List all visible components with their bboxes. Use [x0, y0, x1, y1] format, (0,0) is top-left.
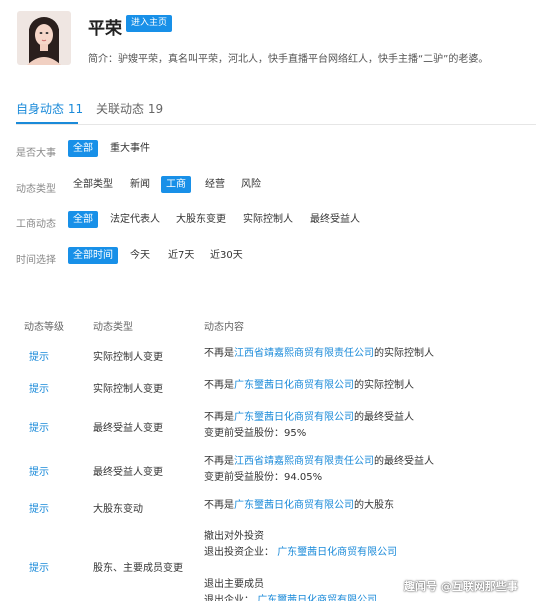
content-text: 退出主要成员 — [204, 579, 264, 590]
filter-business-major-shareholder[interactable]: 大股东变更 — [176, 211, 226, 228]
level-badge: 提示 — [29, 467, 49, 478]
filter-label-type: 动态类型 — [16, 184, 56, 195]
filter-time-7days[interactable]: 近7天 — [168, 247, 194, 264]
filter-type-operation[interactable]: 经营 — [205, 176, 225, 193]
change-type: 最终受益人变更 — [93, 423, 163, 434]
filter-type-risk[interactable]: 风险 — [241, 176, 261, 193]
content-text: 不再是 — [204, 500, 234, 511]
filter-time-today[interactable]: 今天 — [130, 247, 150, 264]
company-link[interactable]: 广东璽茜日化商贸有限公司 — [234, 500, 354, 511]
filter-type-business[interactable]: 工商 — [161, 176, 191, 193]
change-type: 实际控制人变更 — [93, 352, 163, 363]
profile-name: 平荣 — [88, 19, 122, 39]
filter-business-all[interactable]: 全部 — [68, 211, 98, 228]
change-type: 实际控制人变更 — [93, 384, 163, 395]
column-header-type: 动态类型 — [93, 322, 133, 333]
content-text: 的最终受益人 — [354, 412, 414, 423]
filter-major-important[interactable]: 重大事件 — [110, 140, 150, 157]
watermark: 趣闻号 @互联网那些事 — [404, 580, 518, 593]
content-text: 不再是 — [204, 380, 234, 391]
content-text: 不再是 — [204, 412, 234, 423]
change-type: 大股东变动 — [93, 504, 143, 515]
level-badge: 提示 — [29, 384, 49, 395]
level-badge: 提示 — [29, 504, 49, 515]
column-header-level: 动态等级 — [24, 322, 64, 333]
content-line: 退出企业： 广东璽茜日化商贸有限公司 — [204, 593, 397, 601]
filter-type-all[interactable]: 全部类型 — [73, 176, 113, 193]
change-content: 不再是广东璽茜日化商贸有限公司的最终受益人变更前受益股份：95% — [204, 410, 414, 442]
filter-business-controller[interactable]: 实际控制人 — [243, 211, 293, 228]
content-text: 不再是 — [204, 348, 234, 359]
change-type: 最终受益人变更 — [93, 467, 163, 478]
company-link[interactable]: 江西省靖嘉熙商贸有限责任公司 — [234, 456, 374, 467]
tab-divider — [16, 124, 536, 125]
enter-homepage-button[interactable]: 进入主页 — [126, 15, 172, 32]
change-content: 不再是江西省靖嘉熙商贸有限责任公司的实际控制人 — [204, 346, 434, 362]
company-link[interactable]: 广东璽茜日化商贸有限公司 — [234, 412, 354, 423]
content-text: 的最终受益人 — [374, 456, 434, 467]
change-content: 不再是广东璽茜日化商贸有限公司的大股东 — [204, 498, 394, 514]
column-header-content: 动态内容 — [204, 322, 244, 333]
content-line: 退出投资企业： 广东璽茜日化商贸有限公司 — [204, 545, 397, 561]
change-content: 不再是江西省靖嘉熙商贸有限责任公司的最终受益人变更前受益股份：94.05% — [204, 454, 434, 486]
level-badge: 提示 — [29, 423, 49, 434]
content-line: 不再是江西省靖嘉熙商贸有限责任公司的实际控制人 — [204, 346, 434, 362]
filter-label-business: 工商动态 — [16, 219, 56, 230]
tab-own-updates[interactable]: 自身动态 11 — [16, 100, 83, 117]
filter-label-major: 是否大事 — [16, 148, 56, 159]
filter-label-time: 时间选择 — [16, 255, 56, 266]
content-line: 不再是江西省靖嘉熙商贸有限责任公司的最终受益人 — [204, 454, 434, 470]
filter-type-news[interactable]: 新闻 — [130, 176, 150, 193]
content-line: 变更前受益股份：95% — [204, 426, 414, 442]
content-line: 不再是广东璽茜日化商贸有限公司的大股东 — [204, 498, 394, 514]
content-text: 变更前受益股份：95% — [204, 428, 307, 439]
level-badge: 提示 — [29, 563, 49, 574]
company-link[interactable]: 江西省靖嘉熙商贸有限责任公司 — [234, 348, 374, 359]
tab-bar: 自身动态 11 关联动态 19 — [16, 100, 536, 126]
content-text: 的实际控制人 — [374, 348, 434, 359]
filter-business-legal-rep[interactable]: 法定代表人 — [110, 211, 160, 228]
profile-intro: 简介：驴嫂平荣，真名叫平荣，河北人，快手直播平台网络红人，快手主播“二驴”的老婆… — [88, 54, 489, 65]
change-type: 股东、主要成员变更 — [93, 563, 183, 574]
change-content: 不再是广东璽茜日化商贸有限公司的实际控制人 — [204, 378, 414, 394]
content-text: 撤出对外投资 — [204, 531, 264, 542]
tab-related-updates[interactable]: 关联动态 19 — [96, 100, 163, 117]
level-badge: 提示 — [29, 352, 49, 363]
active-tab-indicator — [16, 122, 78, 124]
content-line — [204, 561, 397, 577]
content-text: 变更前受益股份：94.05% — [204, 472, 323, 483]
company-link[interactable]: 广东璽茜日化商贸有限公司 — [257, 595, 377, 601]
content-line: 撤出对外投资 — [204, 529, 397, 545]
company-link[interactable]: 广东璽茜日化商贸有限公司 — [277, 547, 397, 558]
filter-business-beneficiary[interactable]: 最终受益人 — [310, 211, 360, 228]
avatar — [17, 11, 71, 65]
filter-time-all[interactable]: 全部时间 — [68, 247, 118, 264]
content-text: 退出投资企业： — [204, 547, 278, 558]
content-text: 不再是 — [204, 456, 234, 467]
filter-time-30days[interactable]: 近30天 — [210, 247, 243, 264]
content-text: 退出企业： — [204, 595, 258, 601]
content-line: 不再是广东璽茜日化商贸有限公司的最终受益人 — [204, 410, 414, 426]
content-line: 不再是广东璽茜日化商贸有限公司的实际控制人 — [204, 378, 414, 394]
content-text: 的大股东 — [354, 500, 394, 511]
change-content: 撤出对外投资 退出投资企业： 广东璽茜日化商贸有限公司 退出主要成员 退出企业： 广东… — [204, 529, 397, 601]
content-line: 变更前受益股份：94.05% — [204, 470, 434, 486]
content-line: 退出主要成员 — [204, 577, 397, 593]
company-link[interactable]: 广东璽茜日化商贸有限公司 — [234, 380, 354, 391]
content-text: 的实际控制人 — [354, 380, 414, 391]
filter-major-all[interactable]: 全部 — [68, 140, 98, 157]
